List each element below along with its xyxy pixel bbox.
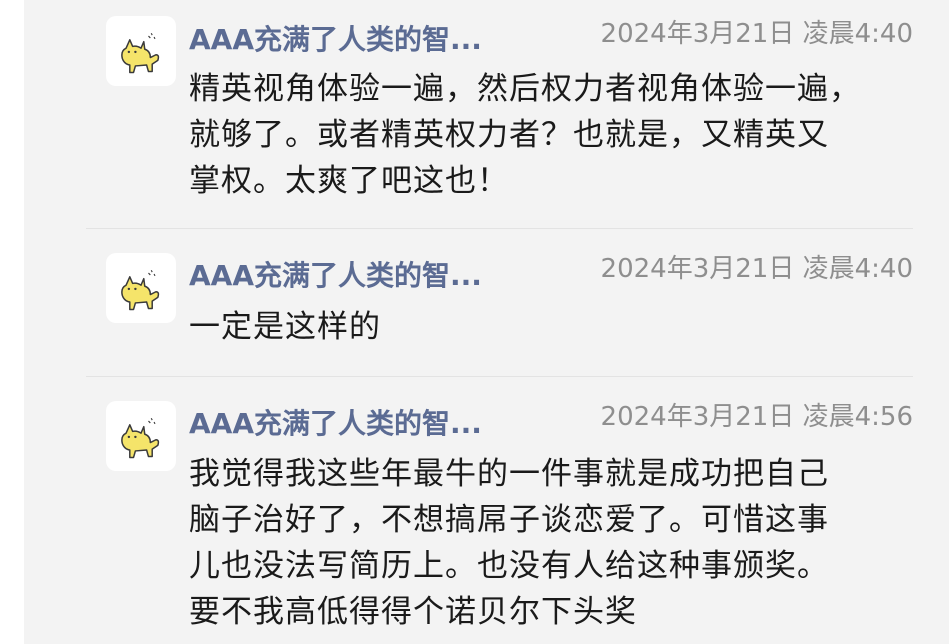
sender-name[interactable]: AAA充满了人类的智... [189, 22, 549, 58]
yellow-cat-icon [121, 33, 160, 74]
avatar[interactable] [106, 16, 176, 86]
yellow-cat-icon [121, 418, 160, 459]
chat-message[interactable]: AAA充满了人类的智... 2024年3月21日 凌晨4:40 精英视角体验一遍… [24, 0, 949, 228]
page: AAA充满了人类的智... 2024年3月21日 凌晨4:40 精英视角体验一遍… [0, 0, 949, 644]
message-text: 一定是这样的 [189, 309, 381, 345]
message-text: 我觉得我这些年最牛的一件事就是成功把自己 脑子治好了，不想搞屌子谈恋爱了。可惜这… [189, 456, 829, 630]
chat-history-pane[interactable]: AAA充满了人类的智... 2024年3月21日 凌晨4:40 精英视角体验一遍… [24, 0, 949, 644]
message-timestamp: 2024年3月21日 凌晨4:40 [600, 254, 913, 284]
message-text: 精英视角体验一遍，然后权力者视角体验一遍， 就够了。或者精英权力者？也就是，又精… [189, 71, 861, 199]
message-timestamp: 2024年3月21日 凌晨4:56 [600, 402, 913, 432]
yellow-cat-icon [121, 270, 160, 311]
sender-name[interactable]: AAA充满了人类的智... [189, 258, 549, 294]
chat-message[interactable]: AAA充满了人类的智... 2024年3月21日 凌晨4:40 一定是这样的 [24, 229, 949, 375]
avatar[interactable] [106, 401, 176, 471]
message-timestamp: 2024年3月21日 凌晨4:40 [600, 19, 913, 49]
sender-name[interactable]: AAA充满了人类的智... [189, 406, 549, 442]
avatar[interactable] [106, 253, 176, 323]
chat-message[interactable]: AAA充满了人类的智... 2024年3月21日 凌晨4:56 我觉得我这些年最… [24, 377, 949, 644]
